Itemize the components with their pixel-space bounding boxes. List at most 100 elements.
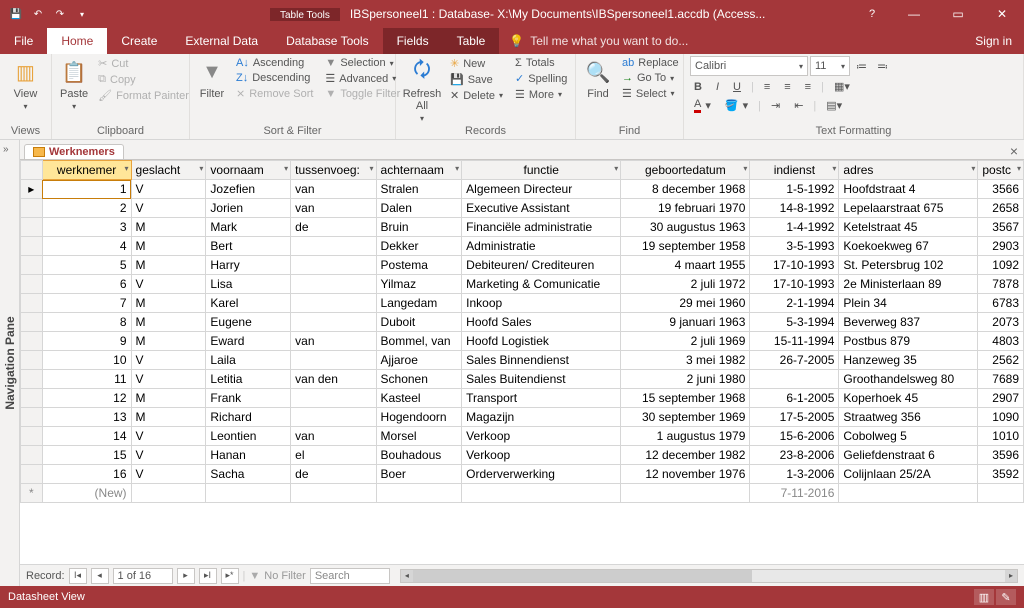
cell[interactable]: Eugene xyxy=(206,313,291,332)
cell[interactable]: 6783 xyxy=(978,294,1024,313)
cell[interactable]: 16 xyxy=(42,465,131,484)
remove-sort-button[interactable]: ⨯Remove Sort xyxy=(232,86,317,101)
cell[interactable]: 1 xyxy=(42,180,131,199)
cell[interactable]: 19 september 1958 xyxy=(621,237,750,256)
row-selector[interactable] xyxy=(21,256,43,275)
cell[interactable]: Hoofd Logistiek xyxy=(462,332,621,351)
cell[interactable]: 1090 xyxy=(978,408,1024,427)
tab-external-data[interactable]: External Data xyxy=(171,28,272,54)
italic-button[interactable]: I xyxy=(712,80,723,94)
cell[interactable]: M xyxy=(131,294,206,313)
gridlines-icon[interactable]: ▦▾ xyxy=(830,79,854,94)
last-record-button[interactable]: ▸I xyxy=(199,568,217,584)
select-button[interactable]: ☰Select▾ xyxy=(618,86,683,101)
minimize-button[interactable]: — xyxy=(892,0,936,28)
row-selector[interactable] xyxy=(21,332,43,351)
cell[interactable]: 2e Ministerlaan 89 xyxy=(839,275,978,294)
cell[interactable]: 15 september 1968 xyxy=(621,389,750,408)
row-selector[interactable] xyxy=(21,427,43,446)
cell[interactable]: 1-5-1992 xyxy=(750,180,839,199)
cell[interactable]: Algemeen Directeur xyxy=(462,180,621,199)
cell[interactable]: Transport xyxy=(462,389,621,408)
bullets-icon[interactable]: ≔ xyxy=(852,56,871,76)
cell[interactable]: Orderverwerking xyxy=(462,465,621,484)
row-selector[interactable] xyxy=(21,275,43,294)
new-record-nav-button[interactable]: ▸* xyxy=(221,568,239,584)
table-row[interactable]: ▸1VJozefienvanStralenAlgemeen Directeur8… xyxy=(21,180,1024,199)
cell[interactable]: 3-5-1993 xyxy=(750,237,839,256)
sign-in[interactable]: Sign in xyxy=(963,28,1024,54)
cell[interactable]: 3566 xyxy=(978,180,1024,199)
alternate-row-color-icon[interactable]: ▤▾ xyxy=(822,98,846,113)
table-row[interactable]: 4MBertDekkerAdministratie19 september 19… xyxy=(21,237,1024,256)
tab-table[interactable]: Table xyxy=(443,28,500,54)
cell[interactable]: Marketing & Comunicatie xyxy=(462,275,621,294)
table-row[interactable]: 13MRichardHogendoornMagazijn30 september… xyxy=(21,408,1024,427)
dropdown-icon[interactable]: ▾ xyxy=(125,164,129,173)
cell[interactable]: Morsel xyxy=(376,427,462,446)
cell[interactable] xyxy=(291,408,376,427)
cell[interactable] xyxy=(376,484,462,503)
cell[interactable]: 5-3-1994 xyxy=(750,313,839,332)
cell[interactable]: 23-8-2006 xyxy=(750,446,839,465)
bold-button[interactable]: B xyxy=(690,80,706,94)
cell[interactable]: M xyxy=(131,256,206,275)
cell[interactable]: 6 xyxy=(42,275,131,294)
next-record-button[interactable]: ▸ xyxy=(177,568,195,584)
goto-button[interactable]: →Go To▾ xyxy=(618,71,683,85)
cell[interactable]: Hoofdstraat 4 xyxy=(839,180,978,199)
dropdown-icon[interactable]: ▾ xyxy=(832,164,836,173)
table-row[interactable]: 16VSachadeBoerOrderverwerking12 november… xyxy=(21,465,1024,484)
undo-icon[interactable]: ↶ xyxy=(30,6,46,22)
cell[interactable]: 17-10-1993 xyxy=(750,256,839,275)
advanced-button[interactable]: ☰Advanced▾ xyxy=(321,71,404,86)
column-header[interactable]: tussenvoeg:▾ xyxy=(291,161,376,180)
table-row[interactable]: 11VLetitiavan denSchonenSales Buitendien… xyxy=(21,370,1024,389)
save-icon[interactable]: 💾 xyxy=(8,6,24,22)
cell[interactable]: 8 december 1968 xyxy=(621,180,750,199)
cell[interactable] xyxy=(291,389,376,408)
tell-me[interactable]: 💡Tell me what you want to do... xyxy=(509,28,688,54)
cell[interactable]: Koperhoek 45 xyxy=(839,389,978,408)
cell[interactable]: V xyxy=(131,446,206,465)
scroll-thumb[interactable] xyxy=(413,570,752,582)
cell[interactable]: van xyxy=(291,427,376,446)
row-selector[interactable] xyxy=(21,218,43,237)
cell[interactable]: 2562 xyxy=(978,351,1024,370)
column-header[interactable]: indienst▾ xyxy=(750,161,839,180)
copy-button[interactable]: ⧉Copy xyxy=(94,72,193,87)
row-selector-header[interactable] xyxy=(21,161,43,180)
row-selector[interactable] xyxy=(21,351,43,370)
cell[interactable]: 1092 xyxy=(978,256,1024,275)
table-row[interactable]: 5MHarryPostemaDebiteuren/ Crediteuren4 m… xyxy=(21,256,1024,275)
cell[interactable]: 3 mei 1982 xyxy=(621,351,750,370)
cell[interactable]: Bouhadous xyxy=(376,446,462,465)
cell[interactable]: M xyxy=(131,332,206,351)
cell[interactable]: 17-5-2005 xyxy=(750,408,839,427)
cell[interactable]: 2 juli 1972 xyxy=(621,275,750,294)
cell[interactable]: M xyxy=(131,237,206,256)
cell[interactable]: 30 augustus 1963 xyxy=(621,218,750,237)
cell[interactable]: 2658 xyxy=(978,199,1024,218)
cell[interactable]: Cobolweg 5 xyxy=(839,427,978,446)
cell[interactable]: 9 xyxy=(42,332,131,351)
cell[interactable]: Hanan xyxy=(206,446,291,465)
cell[interactable]: Sales Buitendienst xyxy=(462,370,621,389)
cell[interactable]: 15-11-1994 xyxy=(750,332,839,351)
cell[interactable]: el xyxy=(291,446,376,465)
cell[interactable]: Beverweg 837 xyxy=(839,313,978,332)
scroll-right-icon[interactable]: ▸ xyxy=(1005,570,1017,582)
cell[interactable]: Koekoekweg 67 xyxy=(839,237,978,256)
dropdown-icon[interactable]: ▾ xyxy=(455,164,459,173)
cell[interactable]: 4 xyxy=(42,237,131,256)
cell[interactable]: M xyxy=(131,313,206,332)
cell[interactable]: Eward xyxy=(206,332,291,351)
cell[interactable]: Schonen xyxy=(376,370,462,389)
cell[interactable]: 29 mei 1960 xyxy=(621,294,750,313)
cell[interactable]: M xyxy=(131,389,206,408)
dropdown-icon[interactable]: ▾ xyxy=(971,164,975,173)
cell[interactable]: V xyxy=(131,427,206,446)
increase-indent-icon[interactable]: ⇥ xyxy=(767,98,784,113)
align-right-icon[interactable]: ≡ xyxy=(801,80,815,94)
cell[interactable]: Administratie xyxy=(462,237,621,256)
